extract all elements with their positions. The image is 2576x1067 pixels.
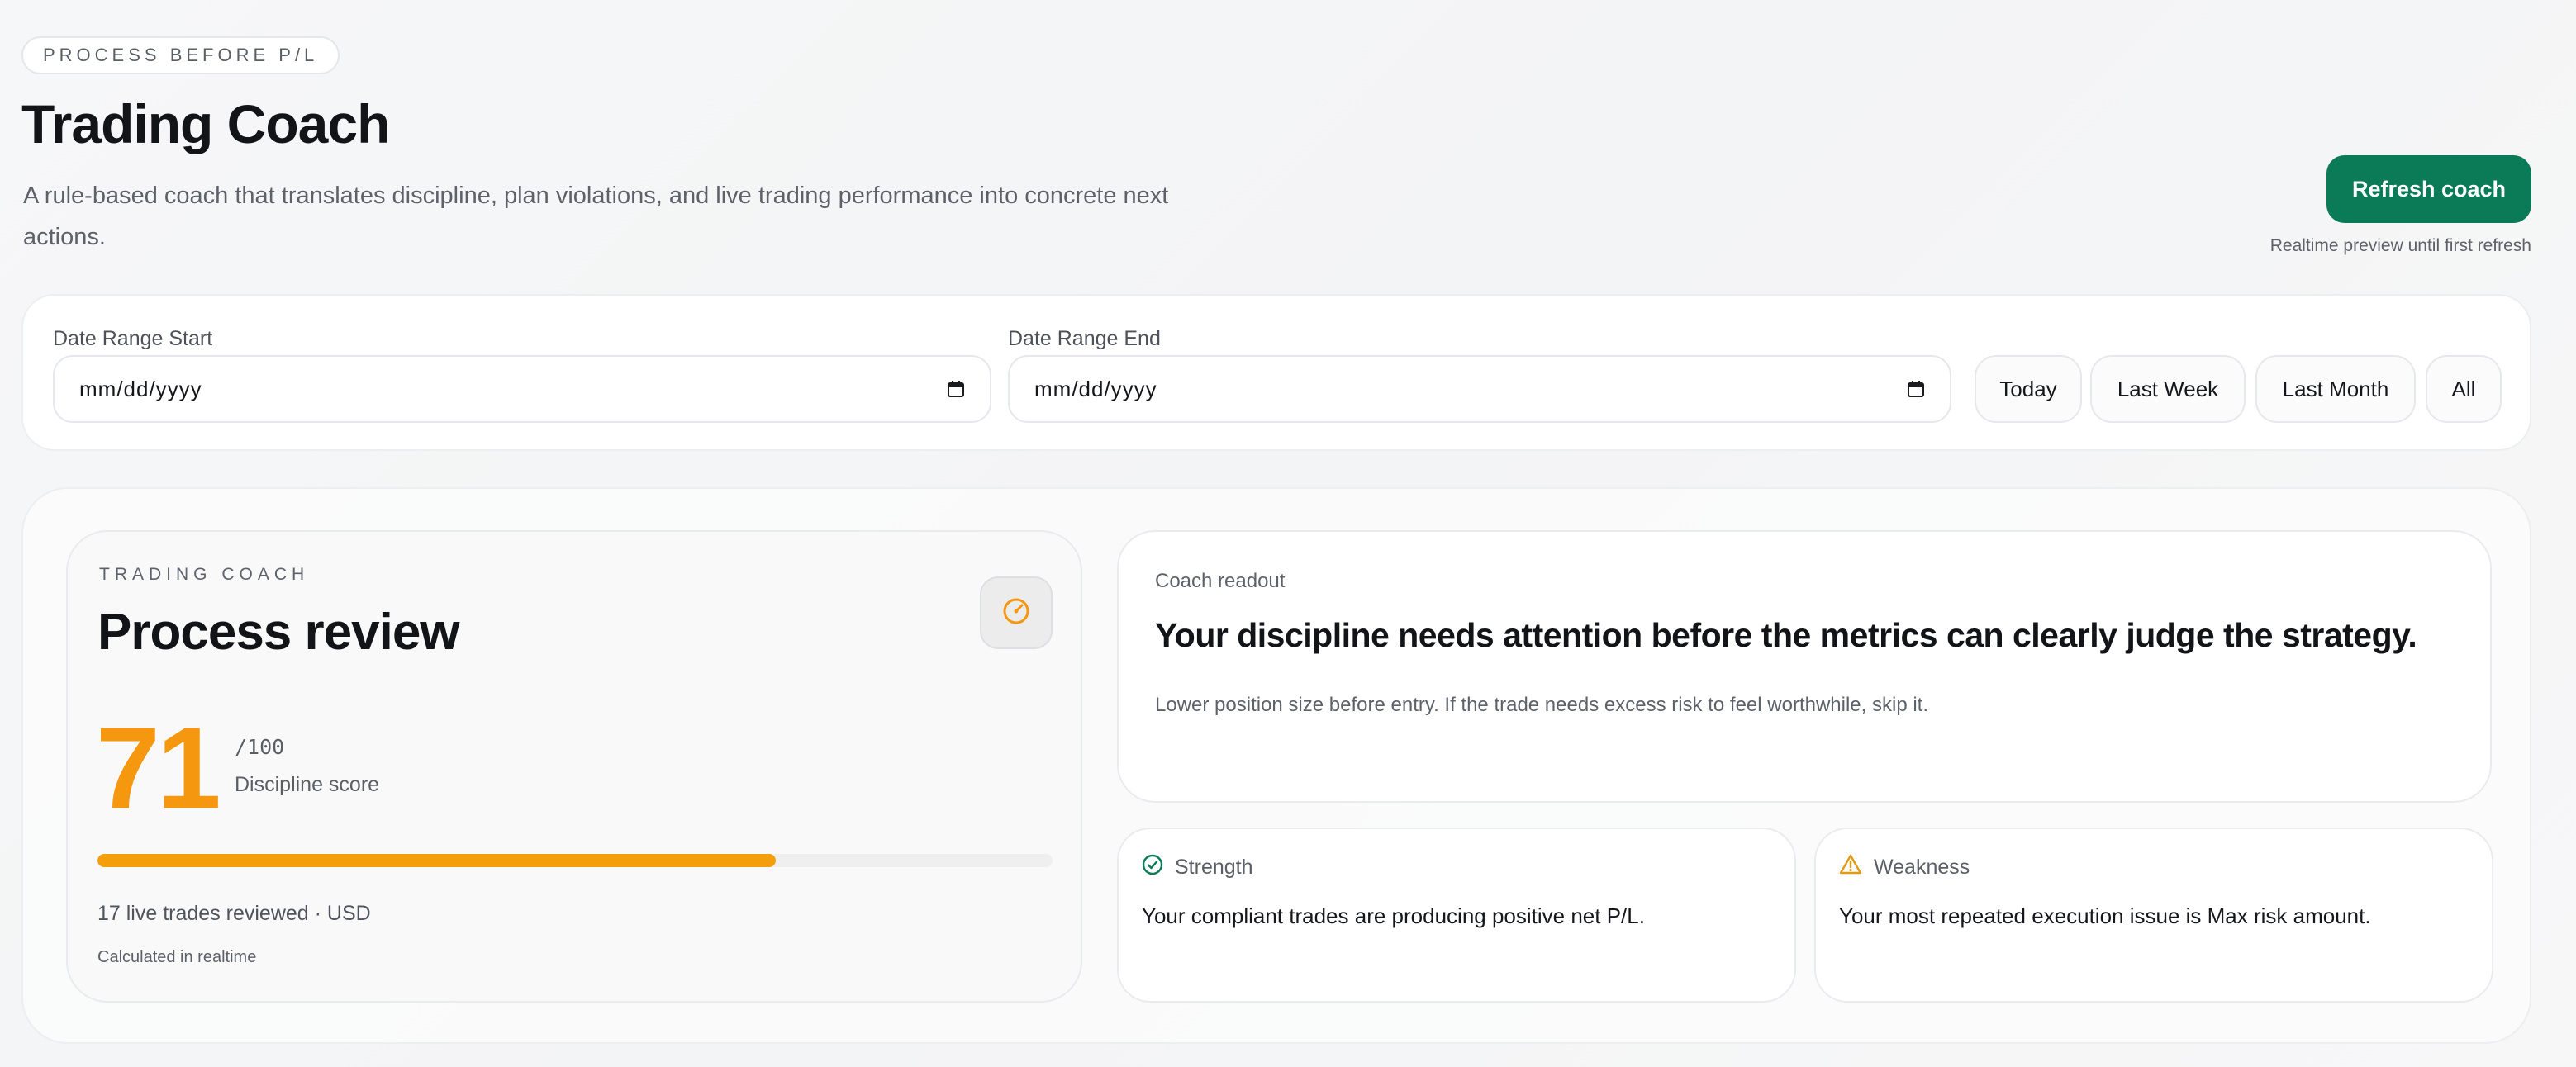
trading-coach-page: PROCESS BEFORE P/L Trading Coach A rule-… <box>0 0 2576 1067</box>
discipline-score-value: 71 <box>96 703 221 832</box>
page-title: Trading Coach <box>21 93 390 154</box>
page-subtitle: A rule-based coach that translates disci… <box>23 183 1169 250</box>
score-eyebrow: TRADING COACH <box>99 565 310 584</box>
discipline-progress-bar <box>97 854 1053 867</box>
calculation-note: Calculated in realtime <box>97 948 257 966</box>
start-date-value: mm/dd/yyyy <box>79 376 202 401</box>
range-last-month-button[interactable]: Last Month <box>2255 355 2416 423</box>
range-all-button[interactable]: All <box>2426 355 2502 423</box>
trades-reviewed-text: 17 live trades reviewed · USD <box>97 902 371 925</box>
end-date-input[interactable]: mm/dd/yyyy <box>1008 355 1951 423</box>
date-filter-card: Date Range Start mm/dd/yyyy Date Range E… <box>21 294 2531 451</box>
process-review-card: TRADING COACH Process review 71 /100 Dis… <box>66 530 1082 1003</box>
calendar-icon[interactable] <box>1907 380 1925 398</box>
end-date-label: Date Range End <box>1008 327 1161 350</box>
weakness-label: Weakness <box>1874 856 1970 879</box>
readout-eyebrow: Coach readout <box>1155 570 1286 592</box>
end-date-value: mm/dd/yyyy <box>1034 376 1157 401</box>
discipline-progress-fill <box>97 854 776 867</box>
strength-text: Your compliant trades are producing posi… <box>1142 903 1645 928</box>
start-date-input[interactable]: mm/dd/yyyy <box>53 355 991 423</box>
calendar-icon[interactable] <box>947 380 965 398</box>
coach-readout-card: Coach readout Your discipline needs atte… <box>1117 530 2492 803</box>
warning-icon <box>1839 854 1862 881</box>
range-last-week-button[interactable]: Last Week <box>2090 355 2246 423</box>
strength-label: Strength <box>1175 856 1253 879</box>
readout-body: Lower position size before entry. If the… <box>1155 694 1928 716</box>
range-today-button[interactable]: Today <box>1975 355 2082 423</box>
score-card-title: Process review <box>97 604 460 661</box>
score-max: /100 <box>235 735 285 759</box>
strength-card: Strength Your compliant trades are produ… <box>1117 828 1796 1003</box>
refresh-coach-button[interactable]: Refresh coach <box>2326 155 2531 223</box>
weakness-card: Weakness Your most repeated execution is… <box>1814 828 2493 1003</box>
weakness-text: Your most repeated execution issue is Ma… <box>1839 903 2371 928</box>
discipline-score-label: Discipline score <box>235 773 380 796</box>
check-circle-icon <box>1142 854 1163 881</box>
gauge-icon <box>1001 596 1031 630</box>
refresh-hint: Realtime preview until first refresh <box>2269 236 2531 255</box>
start-date-label: Date Range Start <box>53 327 213 350</box>
gauge-button[interactable] <box>980 576 1053 649</box>
readout-headline: Your discipline needs attention before t… <box>1155 616 2417 654</box>
header-eyebrow: PROCESS BEFORE P/L <box>21 36 340 74</box>
coach-panel: TRADING COACH Process review 71 /100 Dis… <box>21 487 2531 1044</box>
